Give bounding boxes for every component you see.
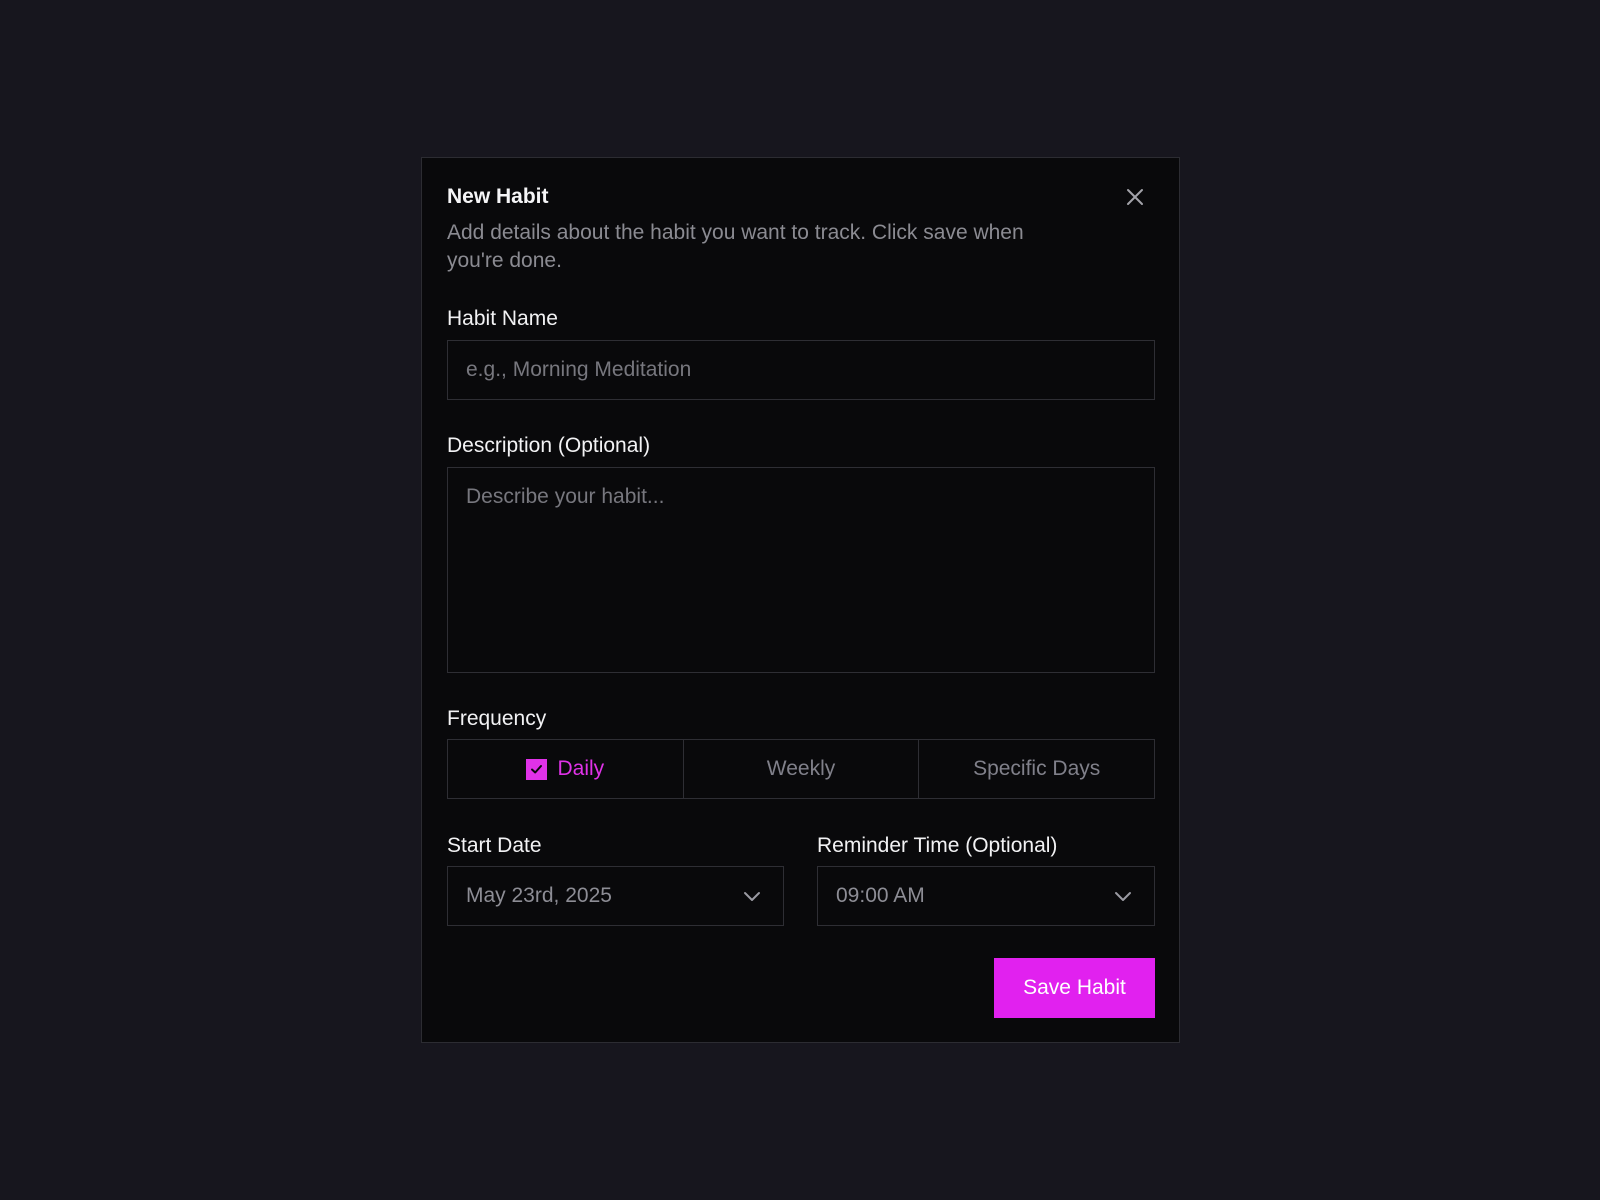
description-textarea[interactable]: [447, 467, 1155, 673]
start-date-picker[interactable]: May 23rd, 2025: [447, 866, 784, 926]
frequency-option-daily-label: Daily: [557, 757, 605, 780]
chevron-down-icon: [1115, 892, 1131, 901]
frequency-selector: Daily Weekly Specific Days: [447, 739, 1155, 799]
start-date-label: Start Date: [447, 834, 542, 857]
start-date-value: May 23rd, 2025: [466, 884, 612, 907]
frequency-option-specific-days[interactable]: Specific Days: [918, 740, 1154, 798]
chevron-down-icon: [744, 892, 760, 901]
frequency-option-weekly[interactable]: Weekly: [682, 740, 919, 798]
reminder-time-value: 09:00 AM: [836, 884, 925, 907]
reminder-time-label: Reminder Time (Optional): [817, 834, 1058, 857]
checkbox-checked-icon: [526, 758, 548, 780]
reminder-time-picker[interactable]: 09:00 AM: [817, 866, 1155, 926]
frequency-option-weekly-label: Weekly: [766, 757, 836, 780]
close-icon: [1127, 189, 1143, 205]
description-label: Description (Optional): [447, 434, 651, 457]
frequency-option-specific-days-label: Specific Days: [973, 757, 1101, 780]
close-button[interactable]: [1121, 183, 1149, 211]
habit-name-input[interactable]: [447, 340, 1155, 400]
habit-name-label: Habit Name: [447, 307, 558, 330]
frequency-label: Frequency: [447, 707, 547, 730]
dialog-title: New Habit: [447, 185, 549, 208]
dialog-description: Add details about the habit you want to …: [447, 221, 1024, 272]
frequency-option-daily[interactable]: Daily: [448, 740, 683, 798]
new-habit-dialog: New Habit Add details about the habit yo…: [421, 157, 1180, 1043]
save-habit-button[interactable]: Save Habit: [994, 958, 1155, 1018]
